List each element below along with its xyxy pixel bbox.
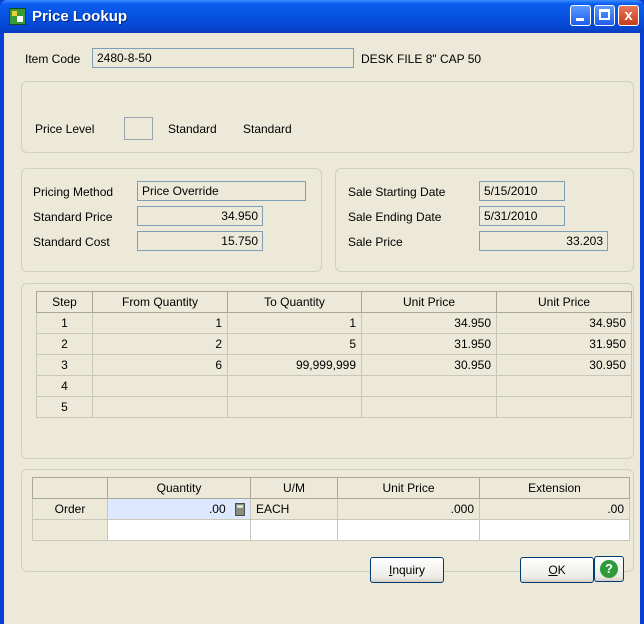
price-level-text-1: Standard: [168, 122, 217, 136]
cell-from-quantity: 1: [92, 312, 228, 334]
cell-step: 4: [36, 375, 93, 397]
order-row-label: Order: [32, 498, 108, 520]
pricing-method-label: Pricing Method: [33, 185, 114, 199]
cell-empty: [479, 519, 630, 541]
cell-step: 3: [36, 354, 93, 376]
minimize-button[interactable]: [570, 5, 591, 26]
ok-label: K: [557, 563, 566, 577]
header-unit-price: Unit Price: [337, 477, 480, 499]
ok-button[interactable]: OK: [520, 557, 594, 583]
calculator-icon[interactable]: [235, 503, 245, 517]
order-header: Quantity U/M Unit Price Extension: [32, 477, 630, 499]
window-title: Price Lookup: [32, 8, 128, 25]
table-row[interactable]: Order .00 EACH .000 .00: [32, 498, 630, 520]
price-level-label: Price Level: [35, 122, 95, 136]
price-breaks-header: Step From Quantity To Quantity Unit Pric…: [36, 291, 632, 313]
unit-price-cell: .000: [337, 498, 480, 520]
title-bar[interactable]: Price Lookup x: [0, 0, 644, 33]
standard-price-field[interactable]: 34.950: [137, 206, 263, 226]
cell-unit-price-2: [496, 375, 632, 397]
price-breaks-table: Step From Quantity To Quantity Unit Pric…: [36, 291, 632, 418]
help-button[interactable]: ?: [594, 556, 624, 582]
ok-mnemonic: O: [548, 563, 558, 577]
order-table: Quantity U/M Unit Price Extension Order …: [32, 477, 630, 541]
header-unit-price-2: Unit Price: [496, 291, 632, 313]
header-um: U/M: [250, 477, 338, 499]
cell-step: 2: [36, 333, 93, 355]
header-quantity: Quantity: [107, 477, 251, 499]
pricing-method-field[interactable]: Price Override: [137, 181, 306, 201]
sale-end-field[interactable]: 5/31/2010: [479, 206, 565, 226]
cell-to-quantity: 99,999,999: [227, 354, 362, 376]
cell-empty: [32, 519, 108, 541]
cell-to-quantity: [227, 375, 362, 397]
cell-step: 5: [36, 396, 93, 418]
table-row[interactable]: 5: [36, 396, 632, 418]
close-icon: x: [624, 7, 633, 24]
header-to-quantity: To Quantity: [227, 291, 362, 313]
cell-unit-price-1: [361, 396, 497, 418]
dialog-client: Item Code 2480-8-50 DESK FILE 8" CAP 50 …: [4, 33, 640, 624]
cell-empty: [107, 519, 251, 541]
cell-unit-price-1: [361, 375, 497, 397]
item-code-label: Item Code: [25, 52, 81, 66]
standard-cost-field[interactable]: 15.750: [137, 231, 263, 251]
quantity-value: .00: [208, 501, 226, 516]
maximize-icon: [599, 9, 610, 20]
um-cell: EACH: [250, 498, 338, 520]
cell-empty: [250, 519, 338, 541]
cell-to-quantity: [227, 396, 362, 418]
extension-cell: .00: [479, 498, 630, 520]
header-blank: [32, 477, 108, 499]
header-step: Step: [36, 291, 93, 313]
table-row[interactable]: 2 2 5 31.950 31.950: [36, 333, 632, 355]
sale-end-label: Sale Ending Date: [348, 210, 442, 224]
cell-unit-price-1: 34.950: [361, 312, 497, 334]
cell-from-quantity: 6: [92, 354, 228, 376]
cell-to-quantity: 1: [227, 312, 362, 334]
standard-price-label: Standard Price: [33, 210, 113, 224]
item-code-field[interactable]: 2480-8-50: [92, 48, 354, 68]
cell-from-quantity: 2: [92, 333, 228, 355]
sale-price-field[interactable]: 33.203: [479, 231, 608, 251]
maximize-button[interactable]: [594, 5, 615, 26]
cell-unit-price-2: [496, 396, 632, 418]
price-level-text-2: Standard: [243, 122, 292, 136]
price-level-field[interactable]: [124, 117, 153, 140]
cell-empty: [337, 519, 480, 541]
standard-cost-label: Standard Cost: [33, 235, 110, 249]
cell-unit-price-2: 31.950: [496, 333, 632, 355]
inquiry-label: nquiry: [392, 563, 426, 577]
cell-step: 1: [36, 312, 93, 334]
price-lookup-window: Price Lookup x Item Code 2480-8-50 DESK …: [0, 0, 644, 624]
cell-from-quantity: [92, 375, 228, 397]
help-icon: ?: [600, 560, 618, 578]
header-extension: Extension: [479, 477, 630, 499]
header-unit-price-1: Unit Price: [361, 291, 497, 313]
sale-start-field[interactable]: 5/15/2010: [479, 181, 565, 201]
sale-start-label: Sale Starting Date: [348, 185, 446, 199]
quantity-cell[interactable]: .00: [107, 498, 251, 520]
cell-unit-price-1: 30.950: [361, 354, 497, 376]
cell-to-quantity: 5: [227, 333, 362, 355]
app-icon: [9, 8, 26, 25]
item-description: DESK FILE 8" CAP 50: [361, 52, 482, 66]
header-from-quantity: From Quantity: [92, 291, 228, 313]
cell-from-quantity: [92, 396, 228, 418]
close-button[interactable]: x: [618, 5, 639, 26]
cell-unit-price-1: 31.950: [361, 333, 497, 355]
minimize-icon: [576, 18, 584, 21]
price-level-group: [21, 81, 634, 153]
inquiry-button[interactable]: Inquiry: [370, 557, 444, 583]
cell-unit-price-2: 34.950: [496, 312, 632, 334]
table-row[interactable]: [32, 519, 630, 541]
sale-price-label: Sale Price: [348, 235, 403, 249]
table-row[interactable]: 3 6 99,999,999 30.950 30.950: [36, 354, 632, 376]
table-row[interactable]: 1 1 1 34.950 34.950: [36, 312, 632, 334]
cell-unit-price-2: 30.950: [496, 354, 632, 376]
table-row[interactable]: 4: [36, 375, 632, 397]
